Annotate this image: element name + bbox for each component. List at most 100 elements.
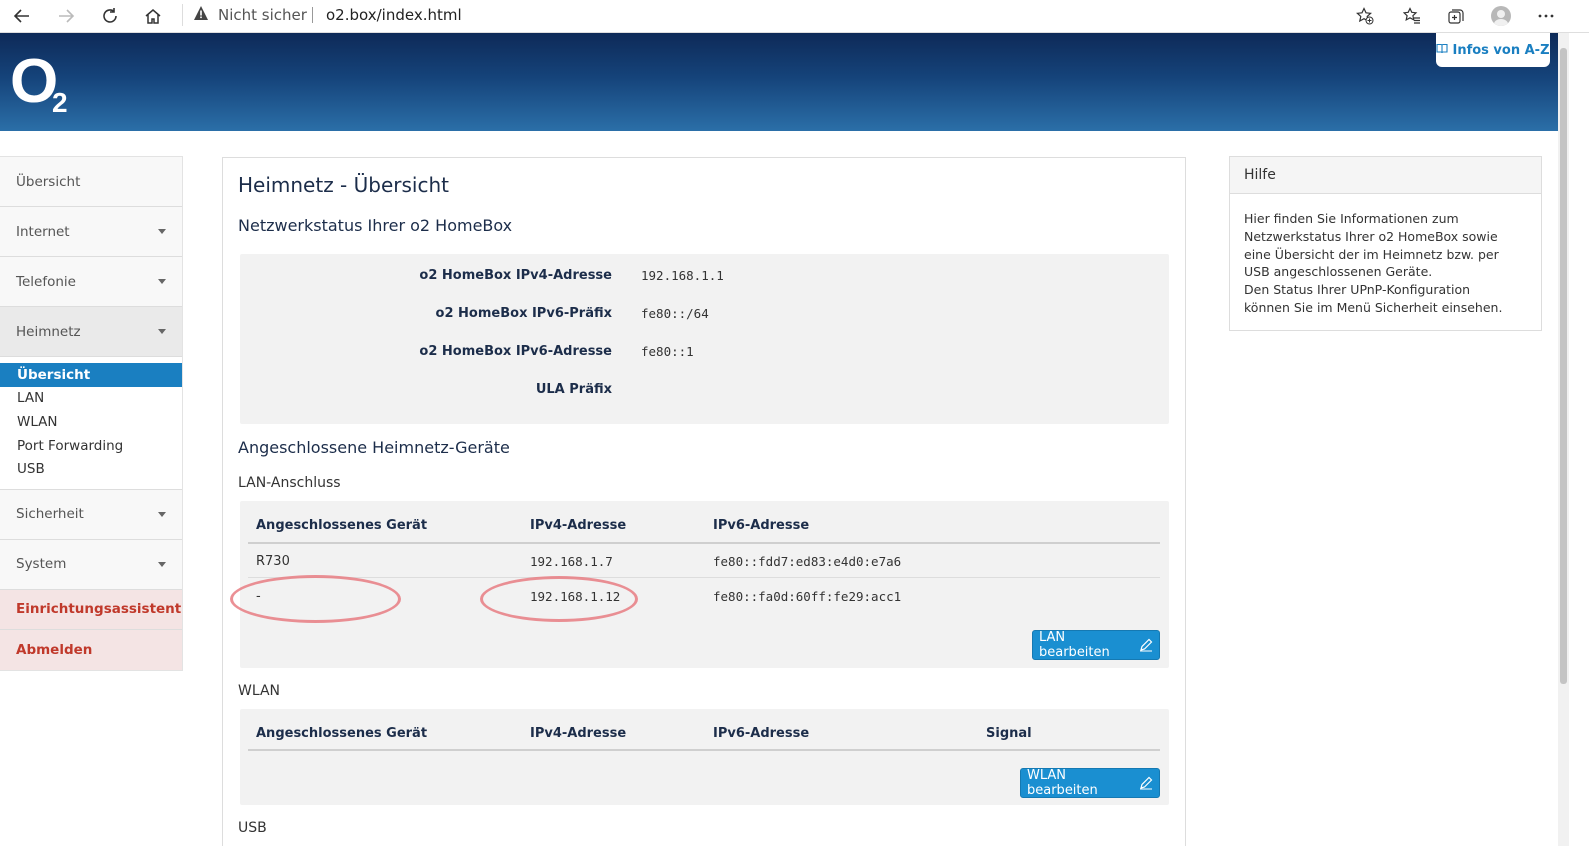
caret-down-icon <box>158 561 166 567</box>
sidebar-item-sicherheit[interactable]: Sicherheit <box>0 489 182 540</box>
network-status-box: o2 HomeBox IPv4-Adresse 192.168.1.1 o2 H… <box>240 254 1169 424</box>
status-heading: Netzwerkstatus Ihrer o2 HomeBox <box>238 216 513 235</box>
browser-toolbar: Nicht sicher o2.box/index.html <box>0 0 1589 33</box>
help-line: eine Übersicht der im Heimnetz bzw. per <box>1244 246 1499 262</box>
column-header-ipv6: IPv6-Adresse <box>713 518 810 533</box>
lan-ipv4-cell: 192.168.1.7 <box>530 554 613 569</box>
subnav-item-lan[interactable]: LAN <box>0 387 182 411</box>
annotation-ellipse-ipv4 <box>480 576 638 622</box>
table-header-divider <box>248 749 1160 751</box>
status-label: o2 HomeBox IPv4-Adresse <box>419 268 612 283</box>
wlan-edit-label: WLAN bearbeiten <box>1027 768 1098 798</box>
sidebar-item-label: Telefonie <box>16 273 76 290</box>
status-label: ULA Präfix <box>535 382 612 397</box>
status-value: fe80::1 <box>641 344 694 359</box>
lan-heading: LAN-Anschluss <box>238 475 341 491</box>
infos-a-z-button[interactable]: Infos von A-Z <box>1436 33 1550 67</box>
help-line: Hier finden Sie Informationen zum <box>1244 211 1459 226</box>
avatar <box>1491 6 1511 26</box>
caret-down-icon <box>158 329 166 334</box>
wlan-edit-button[interactable]: WLAN bearbeiten <box>1020 768 1160 798</box>
status-label: o2 HomeBox IPv6-Präfix <box>435 306 612 321</box>
status-row: o2 HomeBox IPv6-Adresse fe80::1 <box>240 344 1169 364</box>
logo-o: O <box>10 47 58 116</box>
favorites-icon[interactable] <box>1399 4 1425 28</box>
sidebar-item-internet[interactable]: Internet <box>0 207 182 257</box>
main-panel: Heimnetz - Übersicht Netzwerkstatus Ihre… <box>222 157 1186 846</box>
status-label: o2 HomeBox IPv6-Adresse <box>419 344 612 359</box>
sidebar-nav: Übersicht Internet Telefonie Heimnetz Üb… <box>0 156 183 671</box>
caret-down-icon <box>158 279 166 284</box>
annotation-ellipse-device <box>230 575 401 623</box>
sidebar-item-system[interactable]: System <box>0 539 182 590</box>
sidebar-item-heimnetz[interactable]: Heimnetz <box>0 307 182 357</box>
home-icon[interactable] <box>140 4 166 28</box>
column-header-ipv6: IPv6-Adresse <box>713 726 810 741</box>
wlan-table: Angeschlossenes Gerät IPv4-Adresse IPv6-… <box>240 709 1169 805</box>
pencil-icon <box>1139 638 1153 652</box>
column-header-device: Angeschlossenes Gerät <box>256 726 428 741</box>
status-row: o2 HomeBox IPv6-Präfix fe80::/64 <box>240 306 1169 326</box>
subnav-item-wlan[interactable]: WLAN <box>0 410 182 434</box>
sidebar-item-uebersicht[interactable]: Übersicht <box>0 157 182 207</box>
sidebar-item-abmelden[interactable]: Abmelden <box>0 629 182 670</box>
more-menu-icon[interactable] <box>1533 4 1559 28</box>
column-header-signal: Signal <box>986 726 1032 741</box>
column-header-ipv4: IPv4-Adresse <box>530 726 627 741</box>
logo-2: 2 <box>52 87 68 118</box>
help-text: Hier finden Sie Informationen zum Netzwe… <box>1230 194 1541 333</box>
collections-icon[interactable] <box>1443 4 1469 28</box>
help-line: können Sie im Menü Sicherheit einsehen. <box>1244 299 1503 315</box>
profile-avatar[interactable] <box>1488 4 1514 28</box>
table-row-divider <box>248 577 1160 578</box>
sidebar-item-einrichtungsassistent[interactable]: Einrichtungsassistent <box>0 589 182 630</box>
subnav-item-usb[interactable]: USB <box>0 457 182 481</box>
warning-icon[interactable] <box>193 5 209 25</box>
column-header-ipv4: IPv4-Adresse <box>530 518 627 533</box>
table-header-divider <box>248 542 1160 544</box>
back-icon[interactable] <box>9 4 35 28</box>
wlan-heading: WLAN <box>238 683 281 699</box>
help-line: Netzwerkstatus Ihrer o2 HomeBox sowie <box>1244 228 1498 244</box>
lan-ipv6-cell: fe80::fa0d:60ff:fe29:acc1 <box>713 589 902 604</box>
heimnetz-subnav: Übersicht LAN WLAN Port Forwarding USB <box>0 357 182 490</box>
subnav-item-uebersicht[interactable]: Übersicht <box>0 363 182 387</box>
page-scrollbar-thumb[interactable] <box>1560 48 1567 684</box>
status-row: o2 HomeBox IPv4-Adresse 192.168.1.1 <box>240 268 1169 288</box>
status-row: ULA Präfix <box>240 382 1169 402</box>
status-value: 192.168.1.1 <box>641 268 724 283</box>
status-value: fe80::/64 <box>641 306 709 321</box>
subnav-item-port-forwarding[interactable]: Port Forwarding <box>0 434 182 458</box>
lan-device-cell: R730 <box>256 554 290 569</box>
page-title: Heimnetz - Übersicht <box>238 173 449 197</box>
address-separator <box>182 4 183 26</box>
lan-edit-button[interactable]: LAN bearbeiten <box>1032 630 1160 660</box>
sidebar-item-label: Heimnetz <box>16 323 81 340</box>
sidebar-item-label: Internet <box>16 223 70 240</box>
o2-logo[interactable]: O 2 <box>10 51 68 119</box>
help-title: Hilfe <box>1230 157 1541 194</box>
sidebar-item-label: Abmelden <box>16 641 93 658</box>
devices-heading: Angeschlossene Heimnetz-Geräte <box>238 438 510 457</box>
caret-down-icon <box>158 511 166 517</box>
forward-icon[interactable] <box>53 4 79 28</box>
sidebar-item-label: System <box>16 556 67 573</box>
book-icon <box>1436 43 1449 58</box>
reload-icon[interactable] <box>97 4 123 28</box>
column-header-device: Angeschlossenes Gerät <box>256 518 428 533</box>
help-line: USB angeschlossenen Geräte. <box>1244 264 1433 280</box>
lan-edit-label: LAN bearbeiten <box>1039 630 1110 660</box>
usb-heading: USB <box>238 820 267 836</box>
caret-down-icon <box>158 229 166 234</box>
insecure-label[interactable]: Nicht sicher <box>218 6 307 24</box>
sidebar-item-label: Übersicht <box>16 173 81 190</box>
infos-a-z-label: Infos von A-Z <box>1452 42 1550 58</box>
help-line: Den Status Ihrer UPnP-Konfiguration <box>1244 282 1471 298</box>
lan-ipv6-cell: fe80::fdd7:ed83:e4d0:e7a6 <box>713 554 902 569</box>
pencil-icon <box>1139 776 1153 790</box>
url-input[interactable]: o2.box/index.html <box>326 6 462 24</box>
sidebar-item-telefonie[interactable]: Telefonie <box>0 257 182 307</box>
address-divider <box>312 7 313 23</box>
add-favorite-icon[interactable] <box>1352 4 1378 28</box>
sidebar-item-label: Sicherheit <box>16 506 84 523</box>
